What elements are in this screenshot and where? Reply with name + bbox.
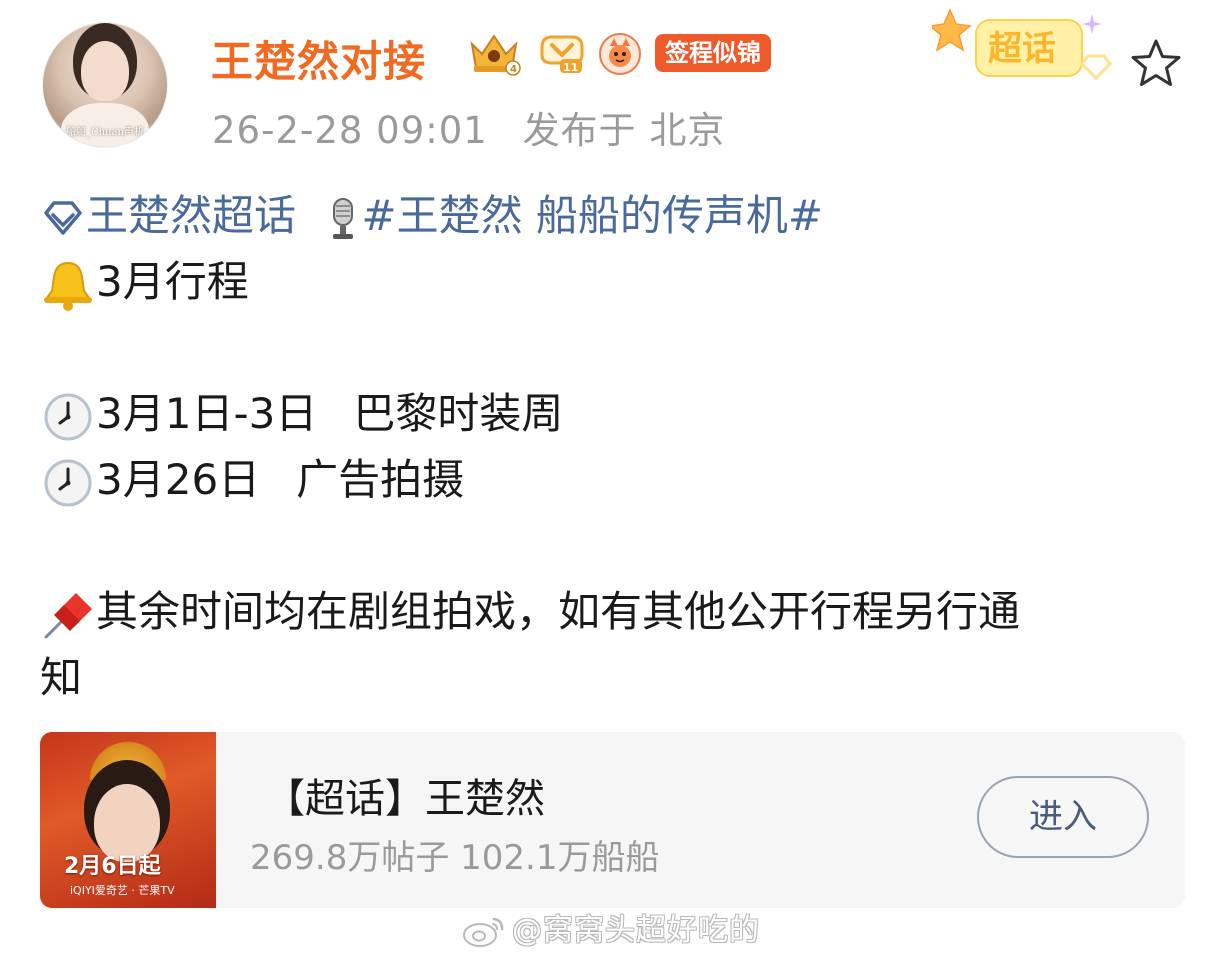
topic-line: 王楚然超话 #王楚然 船船的传声机#: [40, 183, 1190, 249]
svg-text:11: 11: [563, 61, 578, 74]
supertopic-link[interactable]: 王楚然超话: [86, 191, 296, 240]
post-content: 王楚然超话 #王楚然 船船的传声机# 3月行程 3月1日-3日 巴黎时装周 3月…: [40, 183, 1190, 711]
supertopic-badge-label: 超话: [988, 29, 1056, 69]
pushpin-icon: [44, 592, 92, 638]
bell-icon: [44, 261, 92, 311]
supertopic-card[interactable]: 2月6日起 iQIYI爱奇艺 · 芒果TV 【超话】王楚然 269.8万帖子 1…: [40, 732, 1185, 908]
schedule-event: 广告拍摄: [296, 455, 465, 504]
crown-badge-icon[interactable]: 4: [466, 30, 522, 76]
diamond-icon: [1080, 54, 1112, 81]
note-line-cont: 知: [40, 653, 83, 702]
supertopic-thumbnail: 2月6日起 iQIYI爱奇艺 · 芒果TV: [40, 732, 216, 908]
svg-text:4: 4: [510, 64, 517, 75]
post-time: 26-2-28 09:01: [212, 109, 488, 152]
enter-button[interactable]: 进入: [977, 776, 1149, 858]
microphone-icon: [333, 197, 354, 239]
post-meta: 26-2-28 09:01 发布于 北京: [212, 100, 725, 154]
thumb-date: 2月6日起: [64, 854, 161, 879]
note-text: 其余时间均在剧组拍戏，如有其他公开行程另行通: [96, 587, 1021, 636]
schedule-heading: 3月行程: [96, 257, 249, 306]
sparkle-icon: [1082, 14, 1102, 34]
card-stats: 269.8万帖子 102.1万船船: [250, 838, 660, 878]
note-line: 其余时间均在剧组拍戏，如有其他公开行程另行通: [40, 579, 1190, 645]
thumb-brand: iQIYI爱奇艺 · 芒果TV: [70, 884, 175, 897]
card-title: 【超话】王楚然: [265, 776, 545, 822]
thumb-crown: [80, 740, 176, 780]
schedule-item: 3月26日 广告拍摄: [40, 447, 1190, 513]
level-badge-icon[interactable]: 11: [538, 33, 586, 75]
post-location: 发布于 北京: [522, 109, 726, 152]
sign-badge[interactable]: 签程似锦: [655, 34, 771, 72]
author-name[interactable]: 王楚然对接: [211, 28, 426, 89]
clock-icon: [44, 393, 92, 440]
supertopic-diamond-icon: [44, 200, 82, 235]
avatar-face: [81, 41, 129, 101]
supertopic-badge[interactable]: 超话: [932, 6, 1122, 96]
clock-icon: [44, 459, 92, 506]
favorite-star-icon[interactable]: [1128, 36, 1184, 92]
schedule-date: 3月1日-3日: [96, 389, 318, 438]
schedule-date: 3月26日: [96, 455, 261, 504]
weibo-logo-icon: [463, 917, 504, 947]
schedule-item: 3月1日-3日 巴黎时装周: [40, 381, 1190, 447]
fan-pet-badge-icon[interactable]: [598, 32, 642, 76]
avatar-caption: 船船_Chuan声机: [66, 127, 144, 138]
author-avatar[interactable]: 船船_Chuan声机: [42, 22, 168, 148]
watermark-text: @窝窝头超好吃的: [512, 913, 760, 948]
schedule-event: 巴黎时装周: [353, 389, 564, 438]
heading-line: 3月行程: [40, 249, 1190, 315]
hashtag-link[interactable]: #王楚然 船船的传声机#: [361, 191, 823, 240]
sparkle-star-icon: [932, 8, 972, 52]
watermark: @窝窝头超好吃的: [462, 905, 760, 949]
